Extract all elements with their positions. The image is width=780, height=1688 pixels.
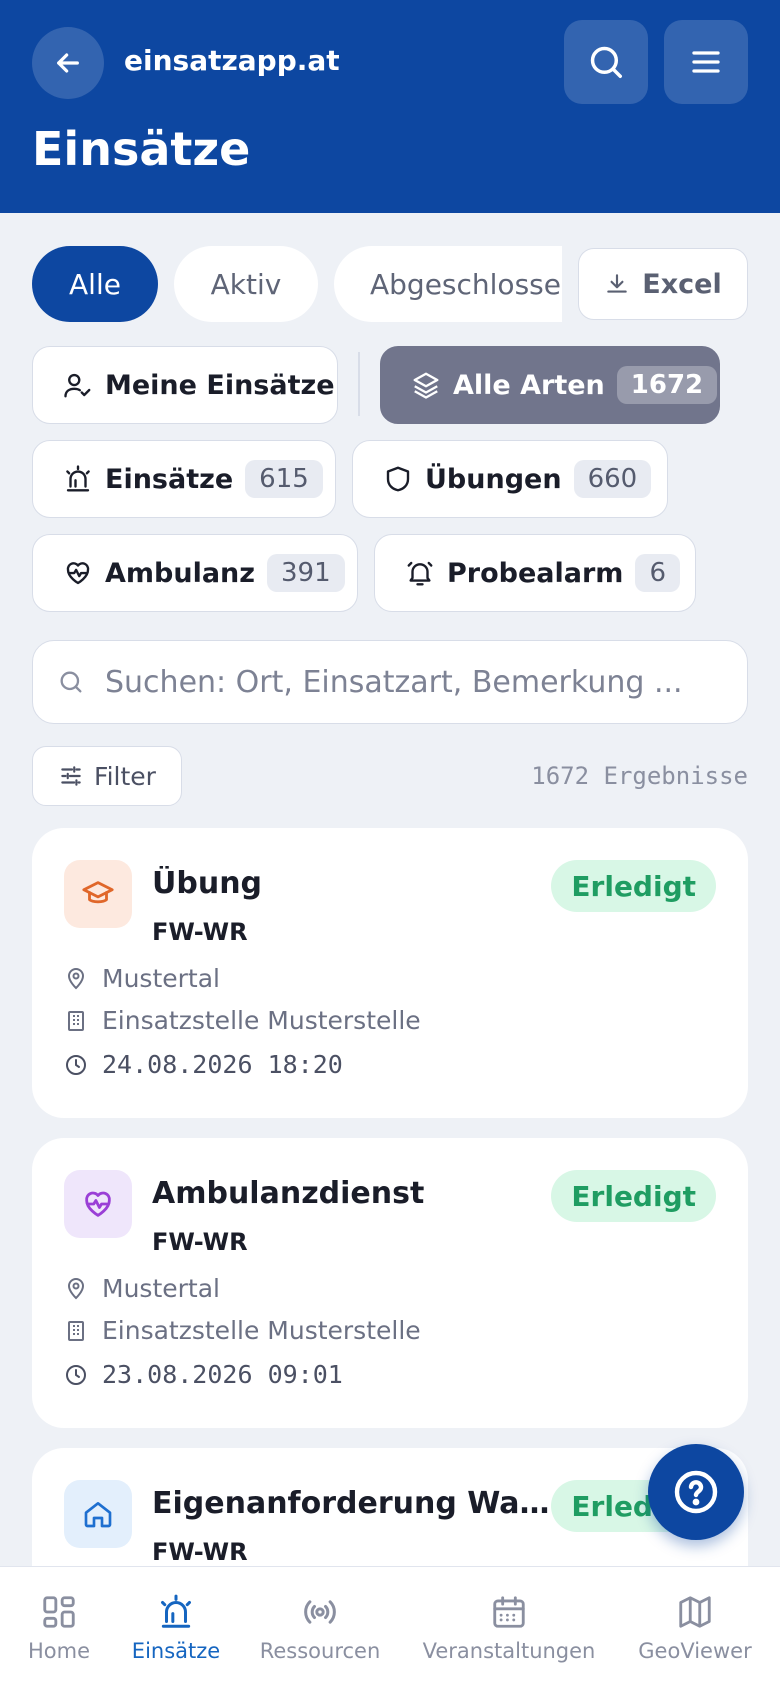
site-name: einsatzapp.at bbox=[124, 44, 340, 77]
station-text: Einsatzstelle Musterstelle bbox=[102, 1006, 421, 1035]
chip-ambulanz[interactable]: Ambulanz 391 bbox=[32, 534, 358, 612]
chip-count: 6 bbox=[635, 554, 680, 592]
building-icon bbox=[68, 1320, 84, 1341]
card-station: Einsatzstelle Musterstelle bbox=[64, 1006, 421, 1035]
chip-probealarm[interactable]: Probealarm 6 bbox=[374, 534, 696, 612]
status-badge: Erledigt bbox=[551, 860, 716, 912]
search-bar bbox=[32, 640, 748, 724]
card-location: Mustertal bbox=[64, 1274, 220, 1303]
datetime-text: 23.08.2026 09:01 bbox=[102, 1360, 343, 1389]
search-icon bbox=[590, 46, 622, 78]
card-org: FW-WR bbox=[152, 1228, 248, 1256]
arrow-left-icon bbox=[57, 53, 79, 73]
nav-veranstaltungen[interactable]: Veranstaltungen bbox=[418, 1567, 600, 1688]
radio-signal-icon bbox=[304, 1600, 336, 1624]
card-datetime: 24.08.2026 18:20 bbox=[64, 1050, 343, 1079]
chip-label: Meine Einsätze bbox=[105, 369, 335, 401]
search-input[interactable] bbox=[105, 664, 705, 700]
incident-card[interactable]: Übung FW-WR Erledigt Mustertal Einsatzst… bbox=[32, 828, 748, 1118]
shield-icon bbox=[386, 466, 410, 492]
segment-alle[interactable]: Alle bbox=[32, 246, 158, 322]
map-icon bbox=[679, 1596, 711, 1628]
bottom-navigation: Home Einsätze Ressourcen Veranstaltungen… bbox=[0, 1566, 780, 1688]
nav-einsaetze[interactable]: Einsätze bbox=[126, 1567, 226, 1688]
chip-count: 615 bbox=[245, 460, 323, 498]
location-text: Mustertal bbox=[102, 964, 220, 993]
clock-icon bbox=[66, 1054, 86, 1075]
help-button[interactable] bbox=[648, 1444, 744, 1540]
search-icon bbox=[60, 671, 82, 693]
chip-meine-einsaetze[interactable]: Meine Einsätze bbox=[32, 346, 338, 424]
siren-icon bbox=[161, 1594, 191, 1628]
chip-label: Einsätze bbox=[105, 463, 234, 495]
map-pin-icon bbox=[67, 967, 85, 989]
result-count: 1672 Ergebnisse bbox=[531, 762, 748, 790]
chip-count: 1672 bbox=[616, 366, 718, 404]
card-org: FW-WR bbox=[152, 1538, 248, 1566]
layers-icon bbox=[413, 372, 439, 399]
heart-pulse-icon bbox=[66, 562, 90, 585]
status-badge: Erledigt bbox=[551, 1170, 716, 1222]
filter-label: Filter bbox=[94, 761, 156, 791]
bell-ring-icon bbox=[407, 561, 433, 586]
app-header: einsatzapp.at Einsätze bbox=[0, 0, 780, 213]
back-button[interactable] bbox=[32, 27, 104, 99]
card-type-icon bbox=[64, 860, 132, 928]
station-text: Einsatzstelle Musterstelle bbox=[102, 1316, 421, 1345]
card-title: Übung bbox=[152, 866, 263, 901]
user-check-icon bbox=[64, 373, 91, 398]
chip-label: Ambulanz bbox=[105, 557, 255, 589]
chip-einsaetze[interactable]: Einsätze 615 bbox=[32, 440, 336, 518]
location-text: Mustertal bbox=[102, 1274, 220, 1303]
segment-abgeschlossen[interactable]: Abgeschlossen bbox=[334, 246, 562, 322]
datetime-text: 24.08.2026 18:20 bbox=[102, 1050, 343, 1079]
card-type-icon bbox=[64, 1480, 132, 1548]
incident-card[interactable]: Ambulanzdienst FW-WR Erledigt Mustertal … bbox=[32, 1138, 748, 1428]
chip-label: Probealarm bbox=[447, 557, 624, 589]
segment-aktiv[interactable]: Aktiv bbox=[174, 246, 318, 322]
map-pin-icon bbox=[67, 1277, 85, 1299]
graduation-cap-icon bbox=[82, 881, 114, 904]
home-icon bbox=[84, 1502, 112, 1528]
excel-export-button[interactable]: Excel bbox=[578, 248, 748, 320]
filter-button[interactable]: Filter bbox=[32, 746, 182, 806]
chip-count: 660 bbox=[573, 460, 652, 498]
sliders-icon bbox=[61, 766, 81, 786]
card-type-icon bbox=[64, 1170, 132, 1238]
card-org: FW-WR bbox=[152, 918, 248, 946]
nav-geoviewer[interactable]: GeoViewer bbox=[634, 1567, 756, 1688]
card-datetime: 23.08.2026 09:01 bbox=[64, 1360, 343, 1389]
nav-label: Veranstaltungen bbox=[422, 1639, 596, 1663]
menu-icon bbox=[692, 51, 720, 73]
chip-label: Übungen bbox=[425, 463, 562, 495]
card-title: Eigenanforderung Wasserversorgung bbox=[152, 1486, 552, 1521]
excel-label: Excel bbox=[642, 268, 722, 300]
calendar-icon bbox=[493, 1596, 525, 1628]
search-button[interactable] bbox=[564, 20, 648, 104]
chip-alle-arten[interactable]: Alle Arten 1672 bbox=[380, 346, 720, 424]
card-location: Mustertal bbox=[64, 964, 220, 993]
card-title: Ambulanzdienst bbox=[152, 1176, 425, 1211]
building-icon bbox=[68, 1010, 84, 1031]
chip-count: 391 bbox=[267, 554, 345, 592]
help-circle-icon bbox=[674, 1470, 718, 1514]
chip-uebungen[interactable]: Übungen 660 bbox=[352, 440, 668, 518]
menu-button[interactable] bbox=[664, 20, 748, 104]
heart-pulse-icon bbox=[85, 1191, 111, 1217]
nav-label: Home bbox=[27, 1639, 90, 1663]
page-title: Einsätze bbox=[32, 122, 251, 176]
nav-label: Einsätze bbox=[131, 1639, 221, 1663]
download-icon bbox=[607, 274, 628, 293]
dashboard-icon bbox=[43, 1596, 75, 1628]
nav-label: Ressourcen bbox=[259, 1639, 381, 1663]
card-station: Einsatzstelle Musterstelle bbox=[64, 1316, 421, 1345]
nav-home[interactable]: Home bbox=[14, 1567, 104, 1688]
siren-icon bbox=[66, 465, 90, 492]
chip-label: Alle Arten bbox=[453, 369, 605, 401]
clock-icon bbox=[66, 1364, 86, 1385]
nav-label: GeoViewer bbox=[638, 1639, 752, 1663]
divider bbox=[358, 352, 360, 416]
nav-ressourcen[interactable]: Ressourcen bbox=[252, 1567, 388, 1688]
